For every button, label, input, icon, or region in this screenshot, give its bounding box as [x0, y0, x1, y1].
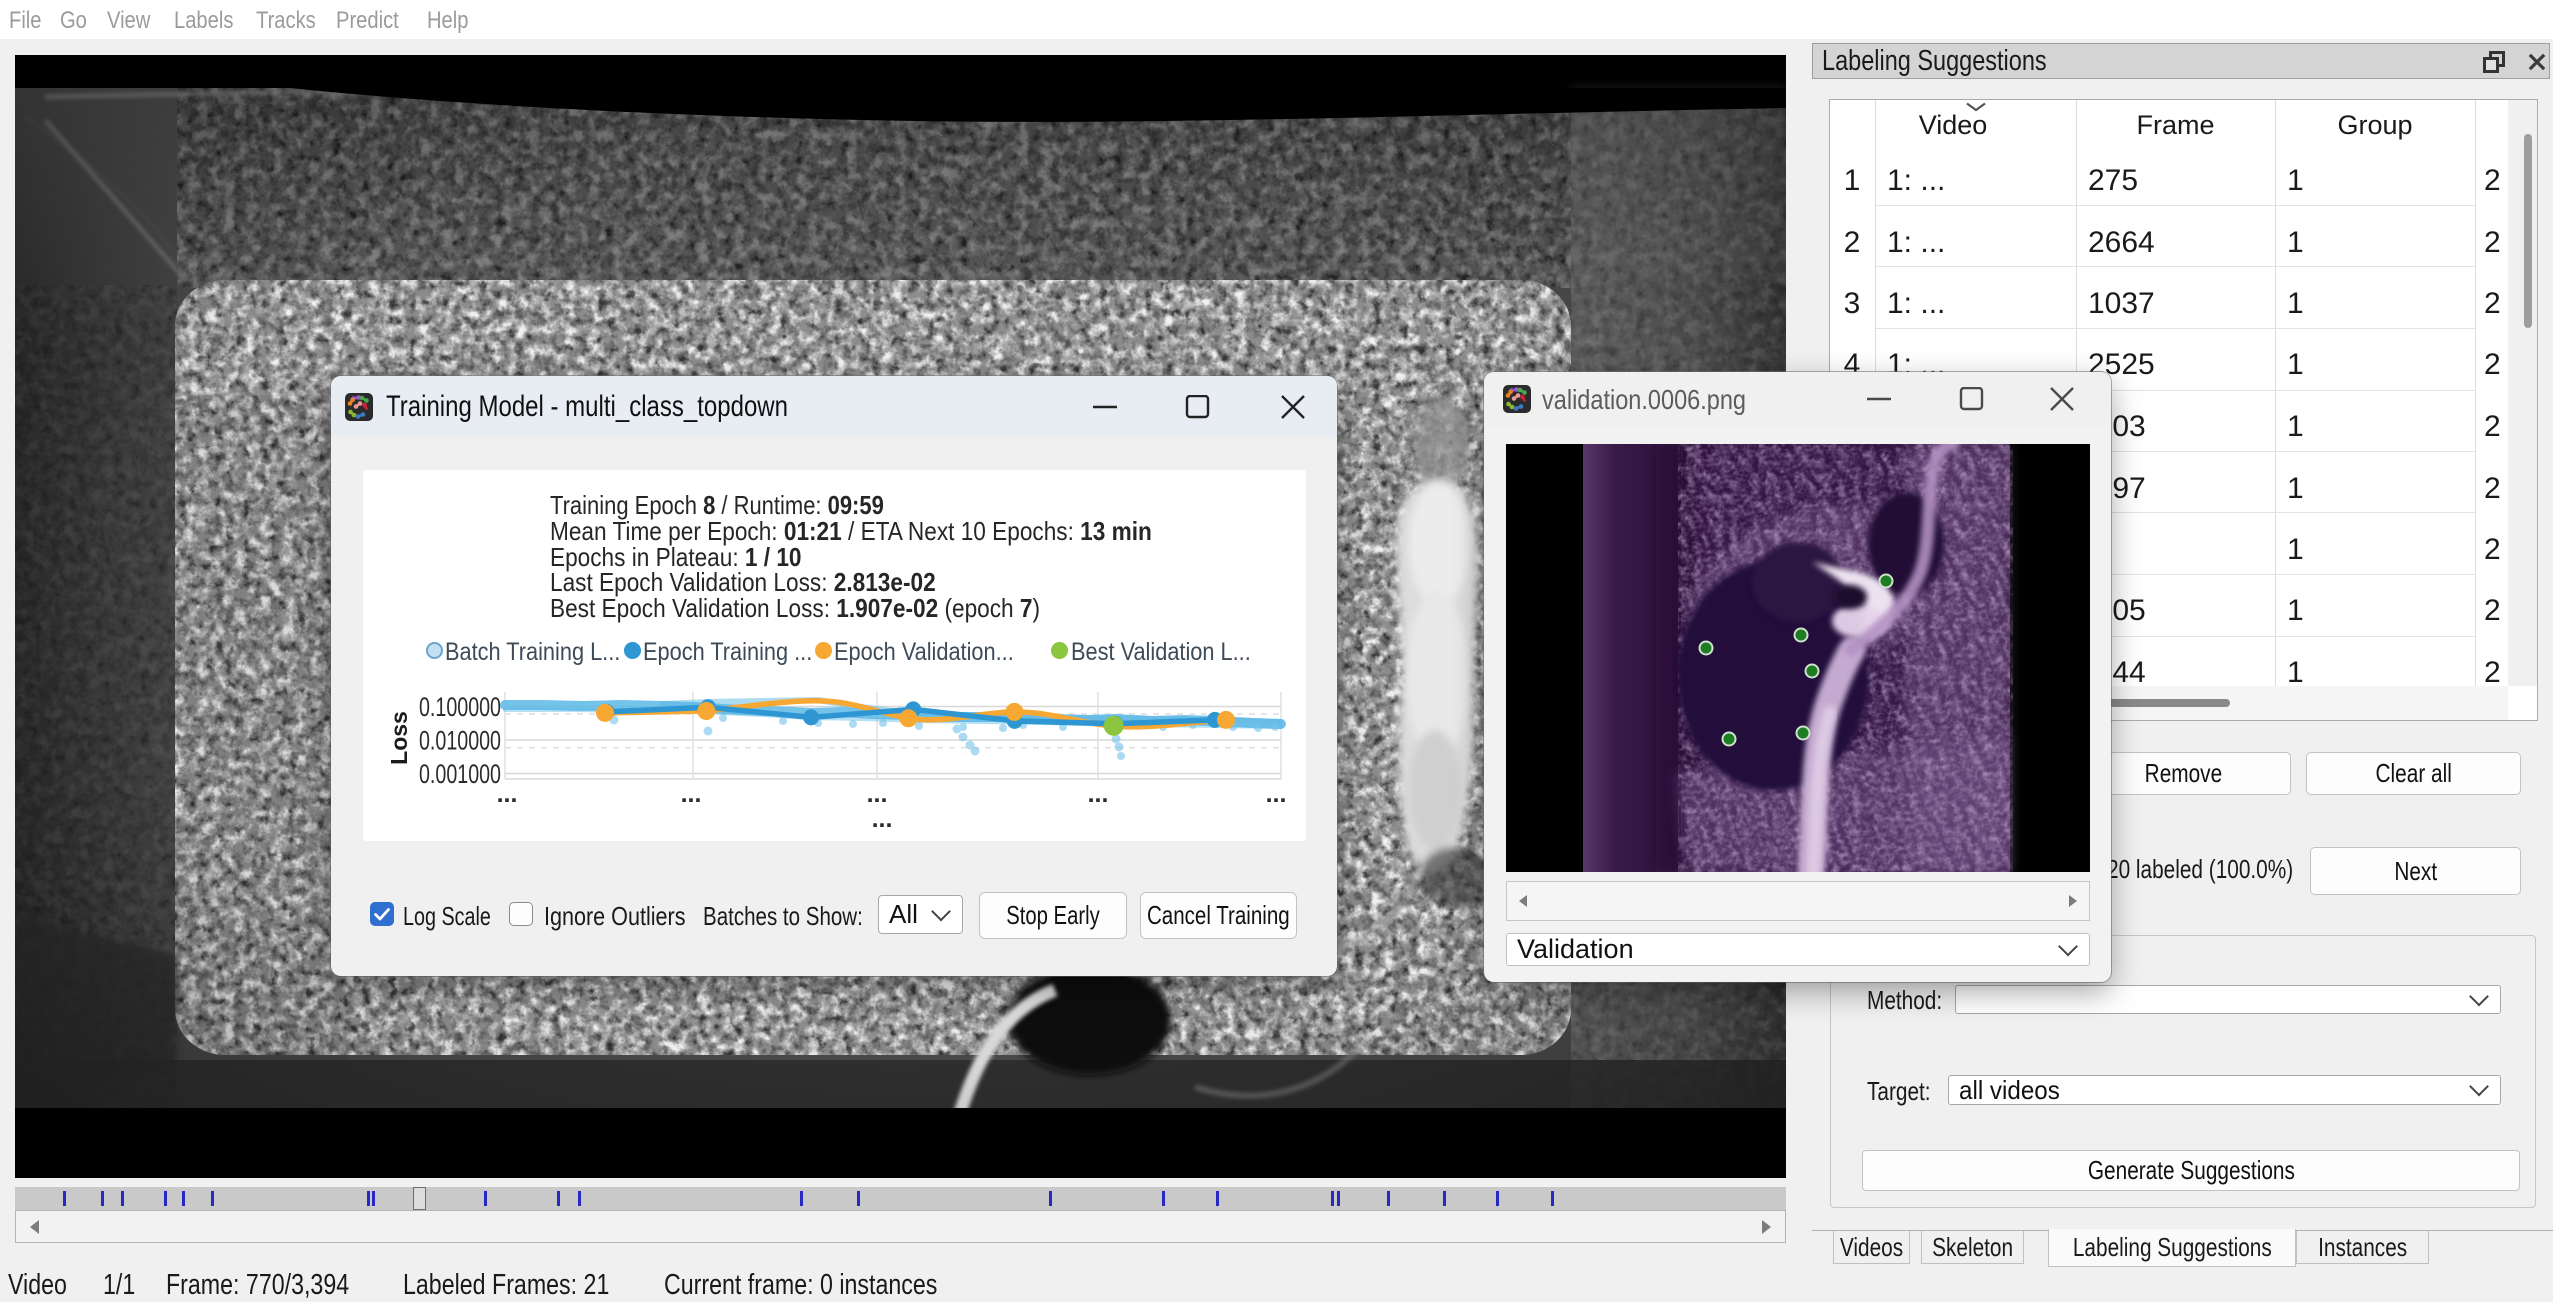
- svg-text:...: ...: [1088, 780, 1109, 808]
- svg-text:0.010000: 0.010000: [419, 726, 501, 756]
- svg-text:0.100000: 0.100000: [419, 692, 501, 722]
- svg-text:Loss: Loss: [386, 711, 412, 765]
- svg-text:...: ...: [681, 780, 702, 808]
- svg-text:...: ...: [872, 805, 893, 833]
- svg-text:...: ...: [497, 780, 518, 808]
- svg-text:0.001000: 0.001000: [419, 759, 501, 789]
- svg-text:...: ...: [1266, 780, 1287, 808]
- svg-text:...: ...: [867, 780, 888, 808]
